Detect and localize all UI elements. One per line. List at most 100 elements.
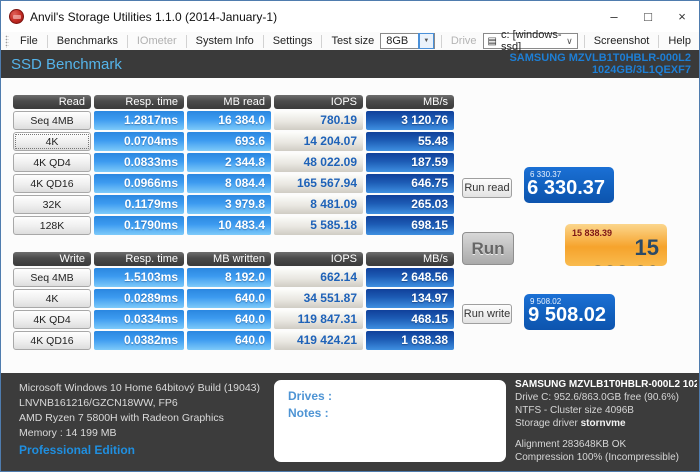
benchmark-header: SSD Benchmark SAMSUNG MZVLB1T0HBLR-000L2… [1, 50, 699, 78]
menu-item-screenshot[interactable]: Screenshot [586, 33, 658, 50]
column-header: IOPS [274, 95, 363, 109]
read-score-box: 6 330.37 6 330.37 [524, 167, 614, 203]
menu-item-benchmarks[interactable]: Benchmarks [49, 33, 126, 50]
app-icon [9, 9, 24, 24]
test-row-button[interactable]: Seq 4MB [13, 111, 91, 130]
menu-item-system-info[interactable]: System Info [188, 33, 262, 50]
iops-cell: 14 204.07 [274, 132, 363, 151]
system-info-line: Memory : 14 199 MB [19, 427, 117, 439]
test-row-button[interactable]: 128K [13, 216, 91, 235]
run-write-button[interactable]: Run write [462, 304, 512, 324]
read-table: Read Resp. time MB read IOPS MB/s Seq 4MB 1.28… [13, 95, 454, 235]
menu-item-iometer: IOmeter [136, 34, 177, 47]
resp-time-cell: 0.0833ms [94, 153, 184, 172]
write-score-value: 9 508.02 [528, 304, 606, 326]
main-panel: Read Resp. time MB read IOPS MB/s Seq 4MB 1.28… [1, 78, 699, 374]
minimize-button[interactable]: – [597, 1, 631, 32]
toolbar-grip-icon [5, 34, 9, 48]
resp-time-cell: 1.2817ms [94, 111, 184, 130]
mbs-cell: 468.15 [366, 310, 454, 329]
test-row-button[interactable]: Seq 4MB [13, 268, 91, 287]
dropdown-arrow-icon[interactable]: ▼ [417, 33, 434, 49]
menu-separator [126, 34, 128, 48]
title-bar: Anvil's Storage Utilities 1.1.0 (2014-Ja… [1, 1, 699, 32]
column-header: MB/s [366, 95, 454, 109]
test-size-value: 8GB [386, 35, 409, 47]
storage-driver-label: Storage driver [515, 418, 578, 429]
total-score-box: 15 838.39 15 838.39 [565, 224, 667, 266]
resp-time-cell: 0.1179ms [94, 195, 184, 214]
test-row-button[interactable]: 32K [13, 195, 91, 214]
iops-cell: 48 022.09 [274, 153, 363, 172]
resp-time-cell: 0.0704ms [94, 132, 184, 151]
menu-separator [658, 34, 660, 48]
mbs-cell: 134.97 [366, 289, 454, 308]
drive-info-model: SAMSUNG MZVLB1T0HBLR-000L2 1024 [515, 379, 697, 390]
menu-item-settings[interactable]: Settings [265, 33, 321, 50]
column-header: MB written [187, 252, 271, 266]
system-info-line: AMD Ryzen 7 5800H with Radeon Graphics [19, 412, 224, 424]
menu-separator [583, 34, 585, 48]
resp-time-cell: 1.5103ms [94, 268, 184, 287]
iops-cell: 8 481.09 [274, 195, 363, 214]
test-row-button[interactable]: 4K QD16 [13, 331, 91, 350]
menu-separator [262, 34, 264, 48]
window-controls: – □ × [597, 1, 699, 32]
system-info-line: LNVNB161216/GZCN18WW, FP6 [19, 397, 178, 409]
write-score-box: 9 508.02 9 508.02 [524, 294, 615, 330]
system-info-text: Microsoft Windows 10 Home 64bitový Build… [19, 381, 260, 441]
drive-info-line: Alignment 283648KB OK [515, 439, 627, 450]
menu-bar: File Benchmarks IOmeter System Info Settings… [1, 29, 699, 53]
maximize-button[interactable]: □ [631, 1, 665, 32]
drive-icon: ▤ [487, 35, 497, 47]
mbs-cell: 55.48 [366, 132, 454, 151]
page-title: SSD Benchmark [11, 55, 122, 73]
test-size-dropdown[interactable]: 8GB ▼ [380, 33, 435, 49]
mb-cell: 2 344.8 [187, 153, 271, 172]
mbs-cell: 3 120.76 [366, 111, 454, 130]
drive-label: Drive [450, 35, 477, 47]
footer-panel: Microsoft Windows 10 Home 64bitový Build… [1, 373, 699, 471]
menu-separator [440, 34, 442, 48]
mb-cell: 3 979.8 [187, 195, 271, 214]
mbs-cell: 646.75 [366, 174, 454, 193]
resp-time-cell: 0.0966ms [94, 174, 184, 193]
test-row-button[interactable]: 4K QD4 [13, 153, 91, 172]
test-row-button[interactable]: 4K [13, 289, 91, 308]
resp-time-cell: 0.0289ms [94, 289, 184, 308]
window-title: Anvil's Storage Utilities 1.1.0 (2014-Ja… [30, 9, 278, 24]
run-read-button[interactable]: Run read [462, 178, 512, 198]
mb-cell: 640.0 [187, 289, 271, 308]
drive-info-line: Storage driver stornvme [515, 417, 697, 430]
close-button[interactable]: × [665, 1, 699, 32]
iops-cell: 119 847.31 [274, 310, 363, 329]
column-header: MB read [187, 95, 271, 109]
drive-dropdown[interactable]: ▤ c: [windows-ssd] ∨ [482, 29, 578, 53]
device-model-text: SAMSUNG MZVLB1T0HBLR-000L2 1024GB/3L1QEX… [509, 52, 691, 76]
resp-time-cell: 0.0382ms [94, 331, 184, 350]
menu-item-help[interactable]: Help [660, 33, 699, 50]
mb-cell: 8 084.4 [187, 174, 271, 193]
mb-cell: 16 384.0 [187, 111, 271, 130]
column-header: Write [13, 252, 91, 266]
drive-info-text: SAMSUNG MZVLB1T0HBLR-000L2 1024 Drive C:… [515, 378, 697, 464]
notes-box[interactable]: Drives : Notes : [274, 380, 506, 462]
drive-value: c: [windows-ssd] [500, 29, 562, 53]
test-size-label: Test size [331, 35, 375, 47]
total-score-value: 15 838.39 [592, 235, 659, 266]
drive-info-line: Drive C: 952.6/863.0GB free (90.6%) [515, 392, 679, 403]
drives-label: Drives : [288, 389, 333, 403]
write-table: Write Resp. time MB written IOPS MB/s Seq 4MB… [13, 252, 454, 350]
chevron-down-icon: ∨ [566, 35, 573, 46]
mbs-cell: 265.03 [366, 195, 454, 214]
notes-label: Notes : [288, 406, 329, 420]
test-row-button[interactable]: 4K QD16 [13, 174, 91, 193]
test-row-button[interactable]: 4K [13, 132, 91, 151]
run-button[interactable]: Run [462, 232, 514, 265]
device-model-line1: SAMSUNG MZVLB1T0HBLR-000L2 [509, 52, 691, 64]
device-model-line2: 1024GB/3L1QEXF7 [591, 64, 691, 76]
menu-item-file[interactable]: File [12, 33, 46, 50]
test-row-button[interactable]: 4K QD4 [13, 310, 91, 329]
mb-cell: 8 192.0 [187, 268, 271, 287]
storage-driver-value: stornvme [580, 418, 626, 429]
